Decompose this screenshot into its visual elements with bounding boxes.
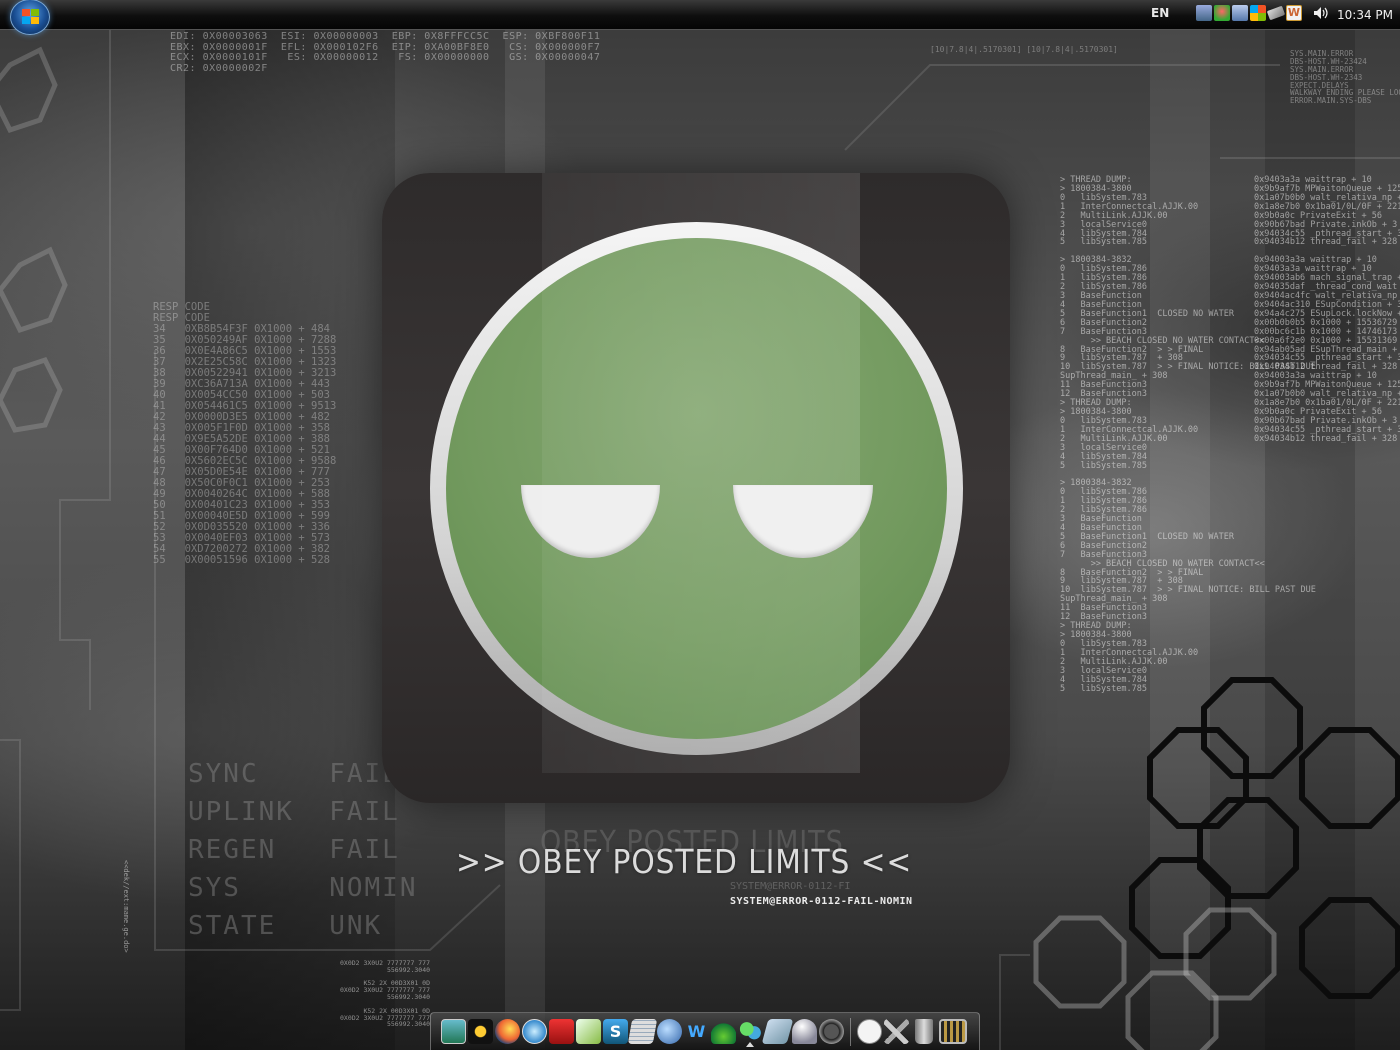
speaker-icon[interactable]: [1313, 6, 1329, 20]
plant-icon[interactable]: [711, 1019, 736, 1044]
header-strip: [10|7.8|4|.5170301] [10|7.8|4|.5170301]: [930, 45, 1118, 54]
globe-icon[interactable]: [657, 1019, 682, 1044]
subtitle-text: SYSTEM@ERROR-0112-FAIL-NOMIN: [730, 896, 913, 907]
notepad-icon[interactable]: [576, 1019, 601, 1044]
sun-icon[interactable]: [468, 1019, 493, 1044]
dashboard-icon[interactable]: [819, 1019, 844, 1044]
spreadsheet-icon[interactable]: [627, 1019, 658, 1044]
subtitle-echo: SYSTEM@ERROR-0112-FI: [730, 881, 851, 892]
register-dump: EDI: 0X00003063 ESI: 0X00000003 EBP: 0X8…: [170, 31, 601, 74]
motto-text: >> OBEY POSTED LIMITS <<: [456, 842, 913, 881]
dock-separator: [850, 1017, 851, 1046]
clock[interactable]: 10:34 PM: [1337, 8, 1393, 22]
windows-flag-icon[interactable]: [1250, 5, 1266, 21]
user-icon[interactable]: [1214, 5, 1230, 21]
start-button[interactable]: [10, 0, 50, 35]
safari-icon[interactable]: [522, 1019, 547, 1044]
language-indicator[interactable]: EN: [1151, 6, 1169, 20]
monitor-icon[interactable]: [441, 1019, 466, 1044]
download-icon[interactable]: [549, 1019, 574, 1044]
display-icon[interactable]: [1232, 5, 1248, 21]
top-taskbar: EN W 10:34 PM: [0, 0, 1400, 35]
messenger-icon[interactable]: [738, 1019, 763, 1044]
sys-main-error: SYS.MAIN.ERROR DBS-HOST.WH-23424 SYS.MAI…: [1290, 49, 1400, 106]
film-icon[interactable]: [939, 1019, 967, 1044]
windows-flag-icon: [22, 9, 40, 26]
recycle-bin-icon[interactable]: [915, 1019, 933, 1044]
system-tray: W: [1196, 5, 1302, 23]
writer-icon[interactable]: W: [684, 1019, 709, 1044]
satellite-dish-icon[interactable]: [792, 1019, 817, 1044]
vertical-label: <<dek//ext:mame.ge.do>: [122, 860, 130, 953]
desktop-wallpaper: EDI: 0X00003063 ESI: 0X00000003 EBP: 0X8…: [0, 30, 1400, 1050]
status-fail-list: SYNC FAIL UPLINK FAIL REGEN FAIL SYS NOM…: [188, 759, 418, 941]
resp-code-table: RESP CODE RESP CODE 34 0XB8B54F3F 0X1000…: [153, 301, 337, 567]
firefox-icon[interactable]: [495, 1019, 520, 1044]
tools-icon[interactable]: [884, 1019, 909, 1044]
battery-icon[interactable]: [1266, 5, 1286, 21]
clock-icon[interactable]: [857, 1019, 882, 1044]
active-app-indicator: [746, 1042, 754, 1047]
thread-addresses: 0x9403a3a waittrap + 10 0x9b9af7b MPWait…: [1254, 175, 1400, 444]
skype-icon[interactable]: S: [603, 1019, 628, 1044]
glass-overlay: [542, 173, 860, 773]
network-icon[interactable]: [1196, 5, 1212, 21]
app-dock: S W: [430, 1012, 980, 1050]
disk-icon[interactable]: [761, 1019, 794, 1044]
address-readout: 0X0D2 3X0U2 7777777 777 556992.3040 K52 …: [340, 959, 431, 1029]
word-icon[interactable]: W: [1286, 5, 1302, 21]
